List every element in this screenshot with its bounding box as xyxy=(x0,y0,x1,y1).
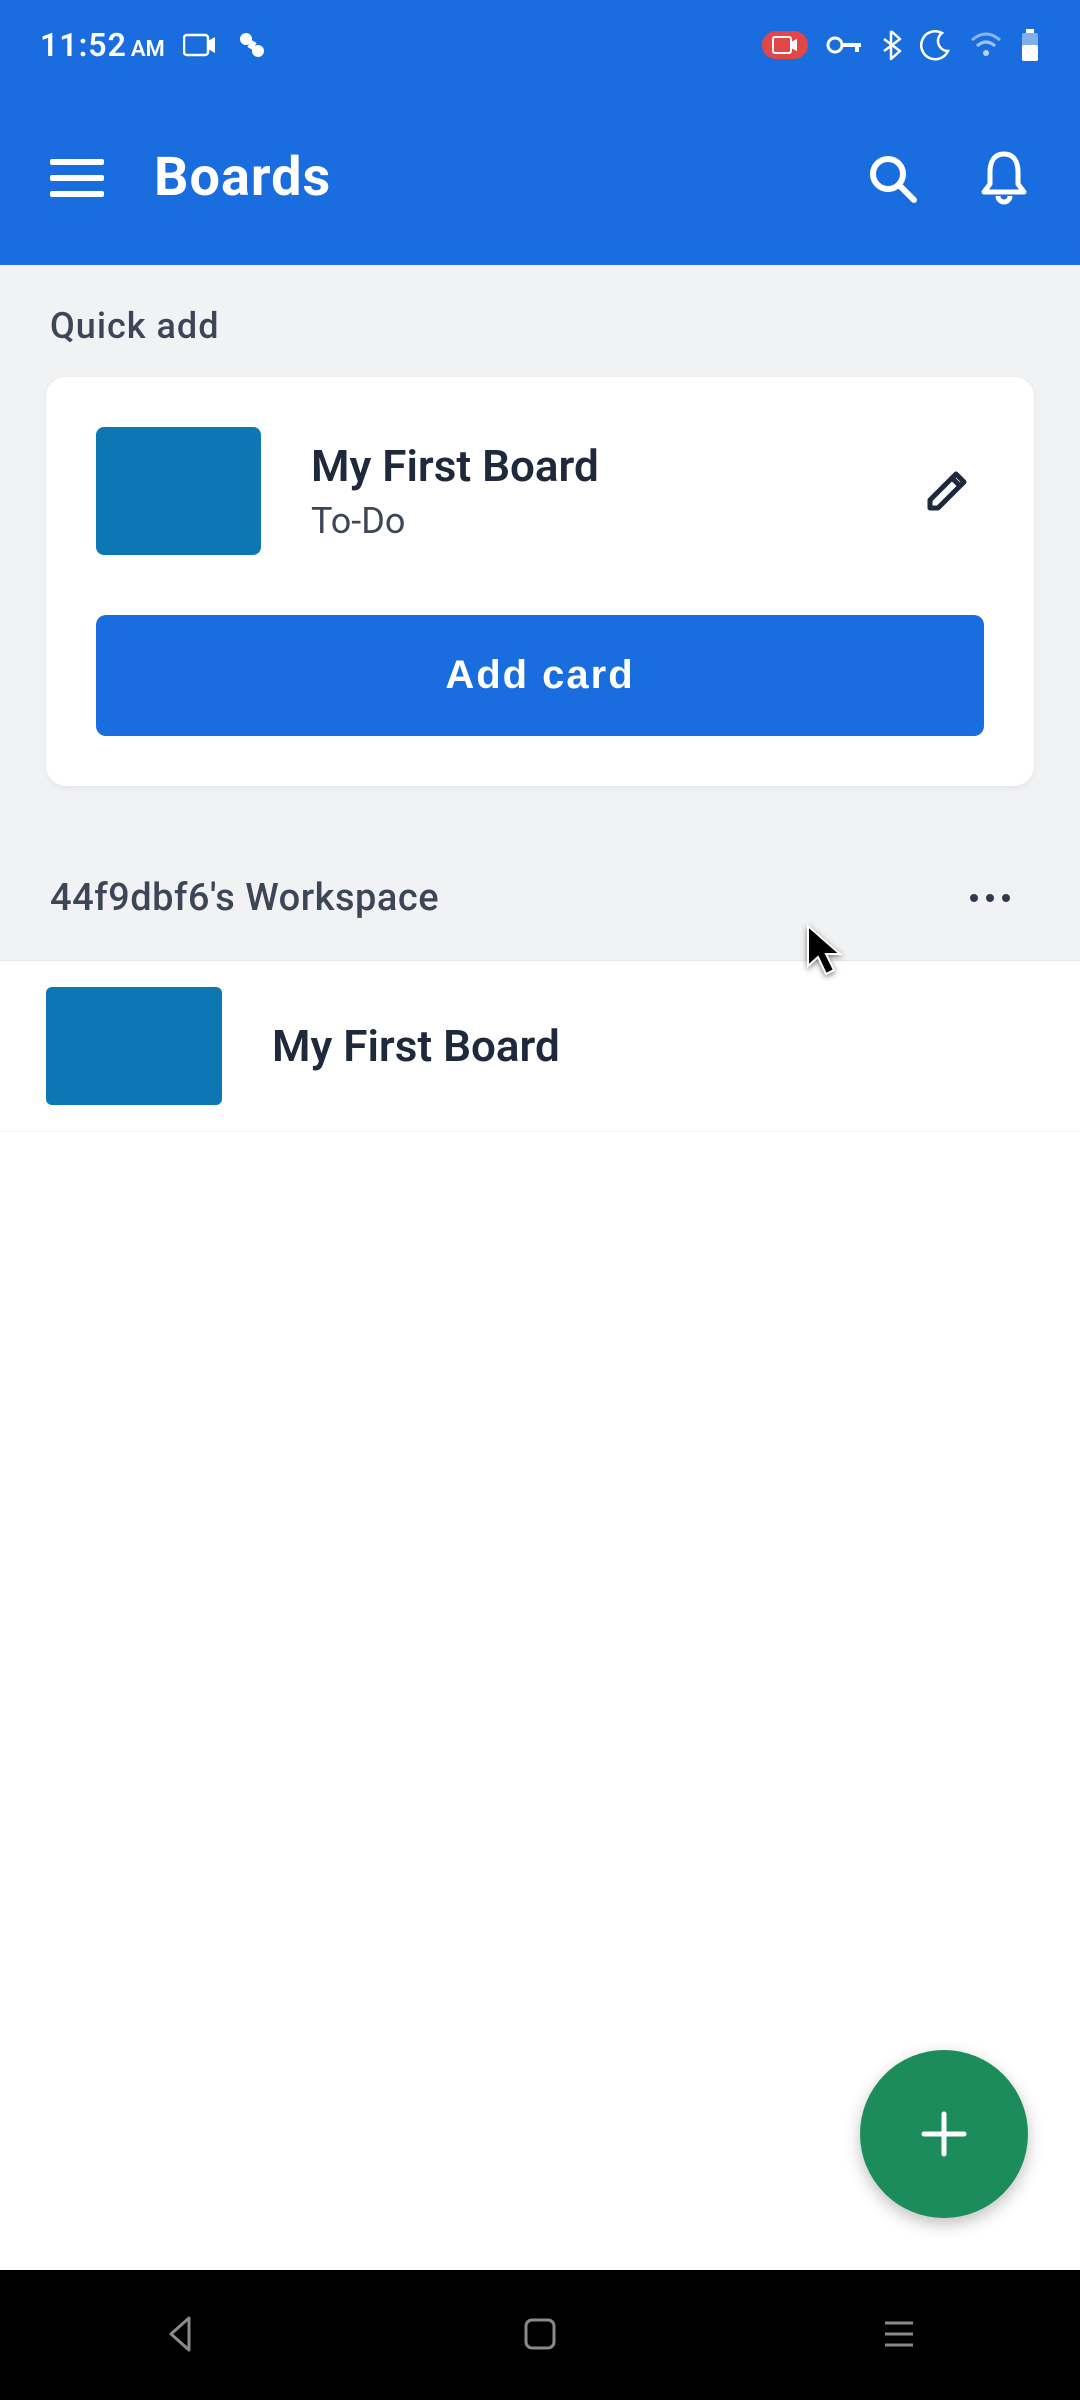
more-dot-icon xyxy=(986,894,994,902)
board-thumbnail xyxy=(46,987,222,1105)
bell-icon xyxy=(978,150,1030,206)
page-title: Boards xyxy=(154,146,816,209)
app-bar: Boards xyxy=(0,90,1080,265)
more-dot-icon xyxy=(970,894,978,902)
board-thumbnail xyxy=(96,427,261,555)
board-list-title: My First Board xyxy=(272,1020,560,1072)
vpn-key-icon xyxy=(826,35,862,55)
nav-recent-button[interactable] xyxy=(819,2297,979,2374)
back-icon xyxy=(161,2314,201,2354)
nav-back-button[interactable] xyxy=(101,2294,261,2377)
fab-add-button[interactable] xyxy=(860,2050,1028,2218)
workspace-name: 44f9dbf6's Workspace xyxy=(50,876,950,920)
search-button[interactable] xyxy=(866,152,918,204)
quick-add-text: My First Board To-Do xyxy=(311,440,860,542)
pencil-icon xyxy=(920,464,974,518)
more-dot-icon xyxy=(1002,894,1010,902)
video-call-icon xyxy=(183,32,217,58)
board-list-item[interactable]: My First Board xyxy=(0,960,1080,1132)
menu-icon[interactable] xyxy=(50,159,104,197)
battery-icon xyxy=(1020,29,1040,61)
moon-dnd-icon xyxy=(920,29,952,61)
search-icon xyxy=(866,152,918,204)
clock-ampm: AM xyxy=(131,37,165,62)
bluetooth-icon xyxy=(880,29,902,61)
quick-add-card: My First Board To-Do Add card xyxy=(46,377,1034,786)
status-time: 11:52AM xyxy=(40,26,165,64)
status-right xyxy=(762,29,1040,61)
network-icon xyxy=(235,31,269,59)
add-card-button[interactable]: Add card xyxy=(96,615,984,736)
quick-add-board-title: My First Board xyxy=(311,440,860,492)
edit-button[interactable] xyxy=(910,454,984,528)
notifications-button[interactable] xyxy=(978,150,1030,206)
recent-icon xyxy=(879,2317,919,2351)
status-left: 11:52AM xyxy=(40,26,269,64)
recording-badge-icon xyxy=(762,31,808,59)
quick-add-list-name: To-Do xyxy=(311,500,860,542)
app-bar-actions xyxy=(866,150,1030,206)
wifi-icon xyxy=(970,32,1002,58)
nav-home-button[interactable] xyxy=(462,2296,618,2375)
quick-add-row[interactable]: My First Board To-Do xyxy=(96,427,984,555)
main-content: Quick add My First Board To-Do Add card … xyxy=(0,265,1080,2362)
clock-hours: 11:52 xyxy=(40,26,127,64)
plus-icon xyxy=(914,2104,974,2164)
status-bar: 11:52AM xyxy=(0,0,1080,90)
workspace-header: 44f9dbf6's Workspace xyxy=(0,786,1080,960)
home-icon xyxy=(522,2316,558,2352)
quick-add-label: Quick add xyxy=(0,265,1080,377)
system-nav-bar xyxy=(0,2270,1080,2400)
workspace-more-button[interactable] xyxy=(950,884,1030,912)
